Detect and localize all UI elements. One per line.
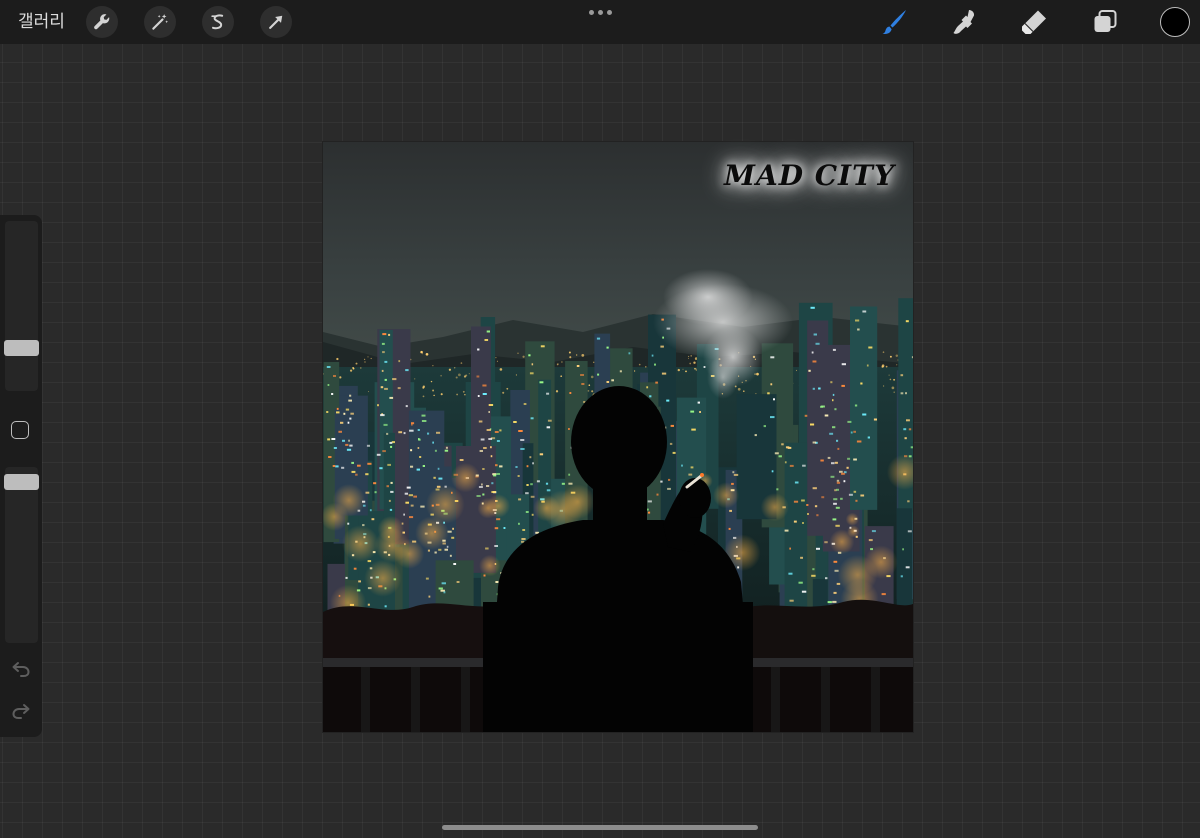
smudge-icon: [953, 10, 975, 34]
brush-size-slider[interactable]: [5, 221, 38, 391]
canvas-caption: MAD CITY: [724, 159, 895, 192]
workspace[interactable]: 갤러리 MAD CITY: [0, 0, 1200, 838]
artwork-image: [323, 142, 913, 732]
redo-icon: [12, 704, 30, 719]
undo-button[interactable]: [9, 659, 33, 679]
selection-button[interactable]: [202, 6, 234, 38]
smudge-button[interactable]: [947, 5, 981, 39]
brush-button[interactable]: [877, 5, 911, 39]
eraser-icon: [1022, 10, 1046, 34]
wrench-icon: [94, 14, 110, 30]
adjustments-button[interactable]: [144, 6, 176, 38]
home-indicator[interactable]: [442, 825, 758, 830]
gallery-button[interactable]: 갤러리: [18, 9, 65, 35]
opacity-thumb[interactable]: [4, 474, 39, 490]
brush-size-thumb[interactable]: [4, 340, 39, 356]
drawing-canvas[interactable]: [323, 142, 913, 732]
square-icon[interactable]: [11, 421, 29, 439]
color-picker-swatch[interactable]: [1160, 7, 1190, 37]
arrow-cursor-icon: [269, 15, 283, 29]
top-toolbar: 갤러리: [0, 0, 1200, 44]
opacity-slider[interactable]: [5, 467, 38, 643]
actions-button[interactable]: [86, 6, 118, 38]
undo-icon: [12, 662, 30, 677]
layers-icon: [1094, 10, 1117, 32]
brush-icon: [882, 10, 906, 35]
left-sidebar: [0, 215, 42, 737]
eraser-button[interactable]: [1017, 5, 1051, 39]
magic-wand-icon: [152, 14, 169, 30]
selection-s-icon: [211, 14, 224, 30]
layers-button[interactable]: [1088, 5, 1122, 39]
redo-button[interactable]: [9, 701, 33, 721]
transform-button[interactable]: [260, 6, 292, 38]
ellipsis-icon[interactable]: [584, 4, 616, 20]
